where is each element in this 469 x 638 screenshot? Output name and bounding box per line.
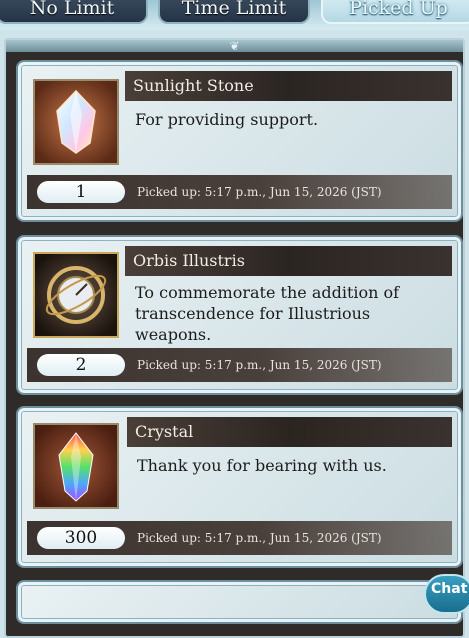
item-footer: 2 Picked up: 5:17 p.m., Jun 15, 2026 (JS… [27, 348, 452, 382]
crystal-icon [33, 423, 119, 509]
item-message: Thank you for bearing with us. [137, 456, 387, 475]
picked-up-timestamp: Picked up: 5:17 p.m., Jun 15, 2026 (JST) [137, 185, 382, 199]
gift-item-card[interactable] [18, 582, 461, 622]
frame-ornament: ❦ [6, 40, 463, 52]
tab-bar: No Limit Time Limit Picked Up [0, 0, 469, 30]
picked-up-timestamp: Picked up: 5:17 p.m., Jun 15, 2026 (JST) [137, 358, 382, 372]
gift-item-card[interactable]: Orbis Illustris To commemorate the addit… [18, 237, 461, 393]
item-quantity: 300 [37, 527, 125, 549]
item-quantity: 2 [37, 354, 125, 376]
item-name: Orbis Illustris [125, 246, 452, 276]
item-name: Crystal [127, 417, 452, 447]
sunlight-stone-icon [33, 79, 119, 165]
item-message: To commemorate the addition of transcend… [135, 283, 400, 344]
tab-time-limit[interactable]: Time Limit [158, 0, 310, 24]
tab-picked-up[interactable]: Picked Up [321, 0, 469, 24]
tab-no-limit[interactable]: No Limit [0, 0, 148, 24]
gift-item-card[interactable]: Crystal Thank you for bearing with us. 3… [18, 408, 461, 566]
gift-item-card[interactable]: Sunlight Stone For providing support. 1 … [18, 62, 461, 220]
chat-button[interactable]: Chat [424, 574, 469, 614]
item-footer: 1 Picked up: 5:17 p.m., Jun 15, 2026 (JS… [27, 175, 452, 209]
item-message: For providing support. [135, 110, 319, 129]
orbis-illustris-icon [33, 252, 119, 338]
ornament-icon: ❦ [229, 39, 240, 53]
picked-up-timestamp: Picked up: 5:17 p.m., Jun 15, 2026 (JST) [137, 531, 382, 545]
item-footer: 300 Picked up: 5:17 p.m., Jun 15, 2026 (… [27, 521, 452, 555]
item-name: Sunlight Stone [125, 71, 452, 101]
item-quantity: 1 [37, 181, 125, 203]
